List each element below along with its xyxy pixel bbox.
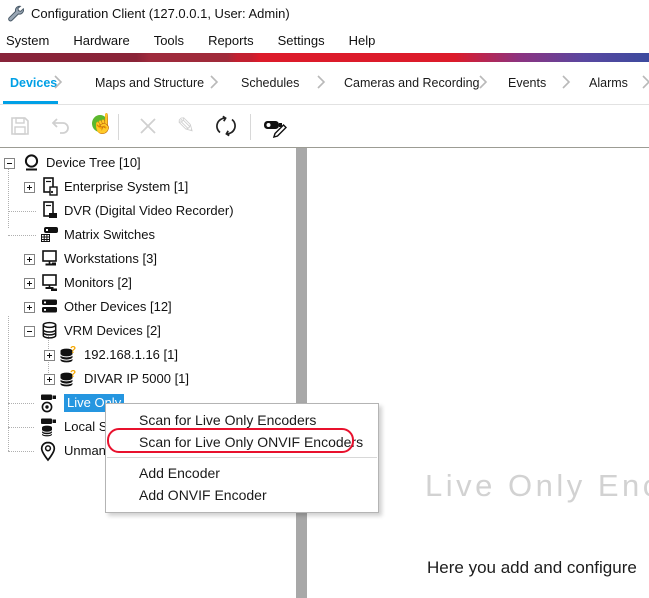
tab-events[interactable]: Events (508, 76, 546, 90)
menu-tools[interactable]: Tools (142, 30, 196, 51)
menu-item-add-encoder[interactable]: Add Encoder (106, 462, 378, 484)
tree-item-monitors[interactable]: Monitors [2] (0, 271, 296, 295)
toolbar-separator (250, 114, 251, 140)
dvr-icon (40, 201, 59, 220)
expander-minus-icon[interactable] (4, 158, 15, 169)
tab-schedules[interactable]: Schedules (241, 76, 299, 90)
menu-item-scan-live-only-encoders[interactable]: Scan for Live Only Encoders (106, 409, 378, 431)
content-description: Here you add and configure (427, 558, 637, 578)
vrm-unknown-database-icon: ? (58, 369, 77, 388)
tree-item-dvr[interactable]: DVR (Digital Video Recorder) (0, 199, 296, 223)
chevron-right-icon (641, 74, 649, 90)
context-menu: Scan for Live Only Encoders Scan for Liv… (105, 403, 379, 513)
wrench-icon (6, 4, 26, 24)
title-bar: Configuration Client (127.0.0.1, User: A… (0, 0, 649, 28)
menu-bar: System Hardware Tools Reports Settings H… (0, 28, 649, 53)
vrm-unknown-database-icon: ? (58, 345, 77, 364)
toolbar-separator (118, 114, 119, 140)
matrix-switches-icon (40, 225, 59, 244)
expander-plus-icon[interactable] (44, 374, 55, 385)
menu-item-add-onvif-encoder[interactable]: Add ONVIF Encoder (106, 484, 378, 506)
content-heading: Live Only Enco (425, 468, 649, 504)
svg-text:?: ? (70, 345, 76, 356)
chevron-right-icon (478, 74, 488, 90)
panel-splitter[interactable] (296, 148, 307, 598)
chevron-right-icon (209, 74, 219, 90)
local-storage-icon (38, 417, 57, 436)
hand-pointer-icon[interactable]: ☝ (86, 112, 114, 140)
expander-plus-icon[interactable] (24, 278, 35, 289)
tab-maps-and-structure[interactable]: Maps and Structure (95, 76, 204, 90)
save-icon[interactable] (6, 112, 34, 140)
expander-plus-icon[interactable] (44, 350, 55, 361)
tab-devices[interactable]: Devices (10, 76, 57, 90)
app-window: Configuration Client (127.0.0.1, User: A… (0, 0, 649, 598)
device-tree-icon (22, 153, 41, 172)
menu-reports[interactable]: Reports (196, 30, 266, 51)
svg-text:?: ? (70, 369, 76, 380)
chevron-right-icon (561, 74, 571, 90)
tree-item-matrix-switches[interactable]: Matrix Switches (0, 223, 296, 247)
tree-item-vrm-devices[interactable]: VRM Devices [2] (0, 319, 296, 343)
change-passwords-key-icon[interactable] (262, 112, 290, 140)
monitors-icon (40, 273, 59, 292)
menu-system[interactable]: System (0, 30, 61, 51)
refresh-icon[interactable] (212, 112, 240, 140)
tree-item-workstations[interactable]: Workstations [3] (0, 247, 296, 271)
live-only-icon (38, 393, 57, 412)
toolbar: ☝ ✎ Change device (0, 105, 649, 147)
tree-item-enterprise-system[interactable]: Enterprise System [1] (0, 175, 296, 199)
expander-plus-icon[interactable] (24, 254, 35, 265)
tab-alarms[interactable]: Alarms (589, 76, 628, 90)
menu-settings[interactable]: Settings (266, 30, 337, 51)
hand-glyph: ☝ (91, 115, 115, 134)
menu-help[interactable]: Help (337, 30, 388, 51)
location-pin-icon (38, 441, 57, 460)
menu-item-scan-live-only-onvif-encoders[interactable]: Scan for Live Only ONVIF Encoders (106, 431, 378, 453)
other-devices-icon (40, 297, 59, 316)
workstations-icon (40, 249, 59, 268)
chevron-right-icon (316, 74, 326, 90)
tree-item-device-tree[interactable]: Device Tree [10] (0, 151, 296, 175)
tree-item-vrm-192-168-1-16[interactable]: ? 192.168.1.16 [1] (0, 343, 296, 367)
expander-plus-icon[interactable] (24, 302, 35, 313)
edit-pencil-icon[interactable]: ✎ (172, 112, 200, 140)
tree-item-divar-ip-5000[interactable]: ? DIVAR IP 5000 [1] (0, 367, 296, 391)
brand-gradient-bar (0, 53, 649, 62)
expander-plus-icon[interactable] (24, 182, 35, 193)
menu-separator (107, 457, 377, 458)
content-panel (307, 148, 649, 598)
window-title: Configuration Client (127.0.0.1, User: A… (31, 6, 290, 21)
enterprise-system-icon (40, 177, 59, 196)
tab-bar: Devices Maps and Structure Schedules Cam… (0, 62, 649, 105)
vrm-devices-icon (40, 321, 59, 340)
chevron-right-icon (53, 74, 63, 90)
menu-hardware[interactable]: Hardware (61, 30, 141, 51)
undo-icon[interactable] (46, 112, 74, 140)
tree-item-other-devices[interactable]: Other Devices [12] (0, 295, 296, 319)
delete-icon[interactable] (134, 112, 162, 140)
tab-cameras-and-recording[interactable]: Cameras and Recording (344, 76, 480, 90)
expander-minus-icon[interactable] (24, 326, 35, 337)
